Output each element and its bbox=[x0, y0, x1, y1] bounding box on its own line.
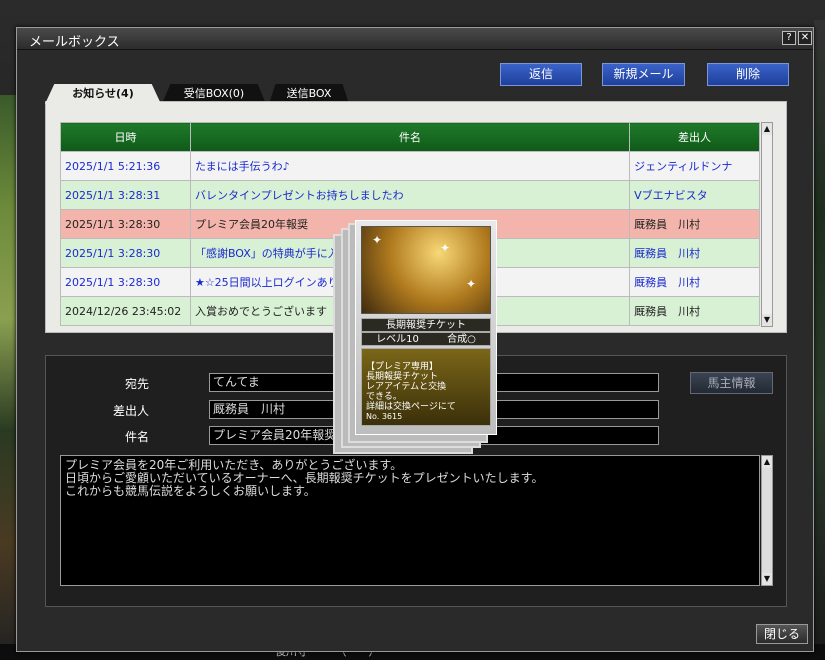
mail-list-scrollbar[interactable]: ▲ ▼ bbox=[761, 122, 773, 327]
close-icon[interactable]: ✕ bbox=[798, 31, 812, 45]
row-date: 2025/1/1 3:28:30 bbox=[60, 238, 191, 268]
row-sender: 厩務員 川村 bbox=[629, 209, 760, 239]
row-sender: ジェンティルドンナ bbox=[629, 151, 760, 181]
header-sender[interactable]: 差出人 bbox=[629, 122, 760, 152]
header-subject[interactable]: 件名 bbox=[189, 122, 631, 152]
row-sender: Vブエナビスタ bbox=[629, 180, 760, 210]
header-date[interactable]: 日時 bbox=[60, 122, 191, 152]
row-date: 2025/1/1 3:28:30 bbox=[60, 209, 191, 239]
card-level: レベル10 bbox=[376, 334, 419, 345]
close-button[interactable]: 閉じる bbox=[756, 624, 808, 644]
sparkle-icon: ✦ bbox=[372, 233, 383, 247]
delete-button[interactable]: 削除 bbox=[707, 63, 789, 86]
from-label: 差出人 bbox=[112, 404, 149, 418]
row-date: 2024/12/26 23:45:02 bbox=[60, 296, 191, 326]
background-game-right bbox=[814, 20, 825, 660]
card-name: 長期報奨チケット bbox=[361, 318, 491, 332]
reward-card[interactable]: ✦ ✦ ✦ 長期報奨チケット レベル10 合成○ 【プレミア専用】 長期報奨チケ… bbox=[355, 220, 497, 435]
scroll-down-icon[interactable]: ▼ bbox=[762, 573, 772, 585]
row-sender: 厩務員 川村 bbox=[629, 296, 760, 326]
card-description: 【プレミア専用】 長期報奨チケット レアアイテムと交換 できる。 詳細は交換ペー… bbox=[361, 348, 491, 426]
scroll-up-icon[interactable]: ▲ bbox=[762, 123, 772, 135]
row-subject: たまには手伝うわ♪ bbox=[189, 151, 631, 181]
table-row[interactable]: 2025/1/1 5:21:36 たまには手伝うわ♪ ジェンティルドンナ bbox=[60, 151, 760, 181]
card-level-row: レベル10 合成○ bbox=[361, 332, 491, 346]
new-mail-button[interactable]: 新規メール bbox=[602, 63, 685, 86]
mail-body[interactable]: プレミア会員を20年ご利用いただき、ありがとうございます。 日頃からご愛顧いただ… bbox=[60, 455, 760, 586]
window-title: メールボックス bbox=[29, 35, 120, 50]
table-row[interactable]: 2025/1/1 3:28:31 バレンタインプレゼントお持ちしましたわ Vブエ… bbox=[60, 180, 760, 210]
row-date: 2025/1/1 3:28:31 bbox=[60, 180, 191, 210]
row-subject: バレンタインプレゼントお持ちしましたわ bbox=[189, 180, 631, 210]
row-sender: 厩務員 川村 bbox=[629, 267, 760, 297]
body-scrollbar[interactable]: ▲ ▼ bbox=[761, 455, 773, 586]
reply-button[interactable]: 返信 bbox=[500, 63, 582, 86]
owner-info-button[interactable]: 馬主情報 bbox=[690, 372, 773, 394]
card-desc-text: 【プレミア専用】 長期報奨チケット レアアイテムと交換 できる。 詳細は交換ペー… bbox=[366, 362, 456, 412]
reward-card-stack[interactable]: ✦ ✦ ✦ 長期報奨チケット レベル10 合成○ 【プレミア専用】 長期報奨チケ… bbox=[333, 218, 498, 454]
scroll-down-icon[interactable]: ▼ bbox=[762, 314, 772, 326]
card-number: No. 3615 bbox=[366, 412, 403, 421]
screen: 後川守 （ー－） メールボックス ? ✕ 返信 新規メール 削除 お知らせ(4)… bbox=[0, 0, 825, 660]
row-date: 2025/1/1 3:28:30 bbox=[60, 267, 191, 297]
ticket-art-image: ✦ ✦ ✦ bbox=[361, 226, 491, 314]
subject-label: 件名 bbox=[124, 430, 149, 444]
card-fusion: 合成○ bbox=[447, 334, 476, 345]
title-bar: メールボックス ? ✕ bbox=[17, 28, 813, 50]
sparkle-icon: ✦ bbox=[466, 277, 477, 291]
tab-notices[interactable]: お知らせ(4) bbox=[45, 84, 161, 104]
row-date: 2025/1/1 5:21:36 bbox=[60, 151, 191, 181]
sparkle-icon: ✦ bbox=[440, 241, 451, 255]
row-sender: 厩務員 川村 bbox=[629, 238, 760, 268]
to-label: 宛先 bbox=[124, 377, 149, 391]
scroll-up-icon[interactable]: ▲ bbox=[762, 456, 772, 468]
help-button[interactable]: ? bbox=[782, 31, 796, 45]
